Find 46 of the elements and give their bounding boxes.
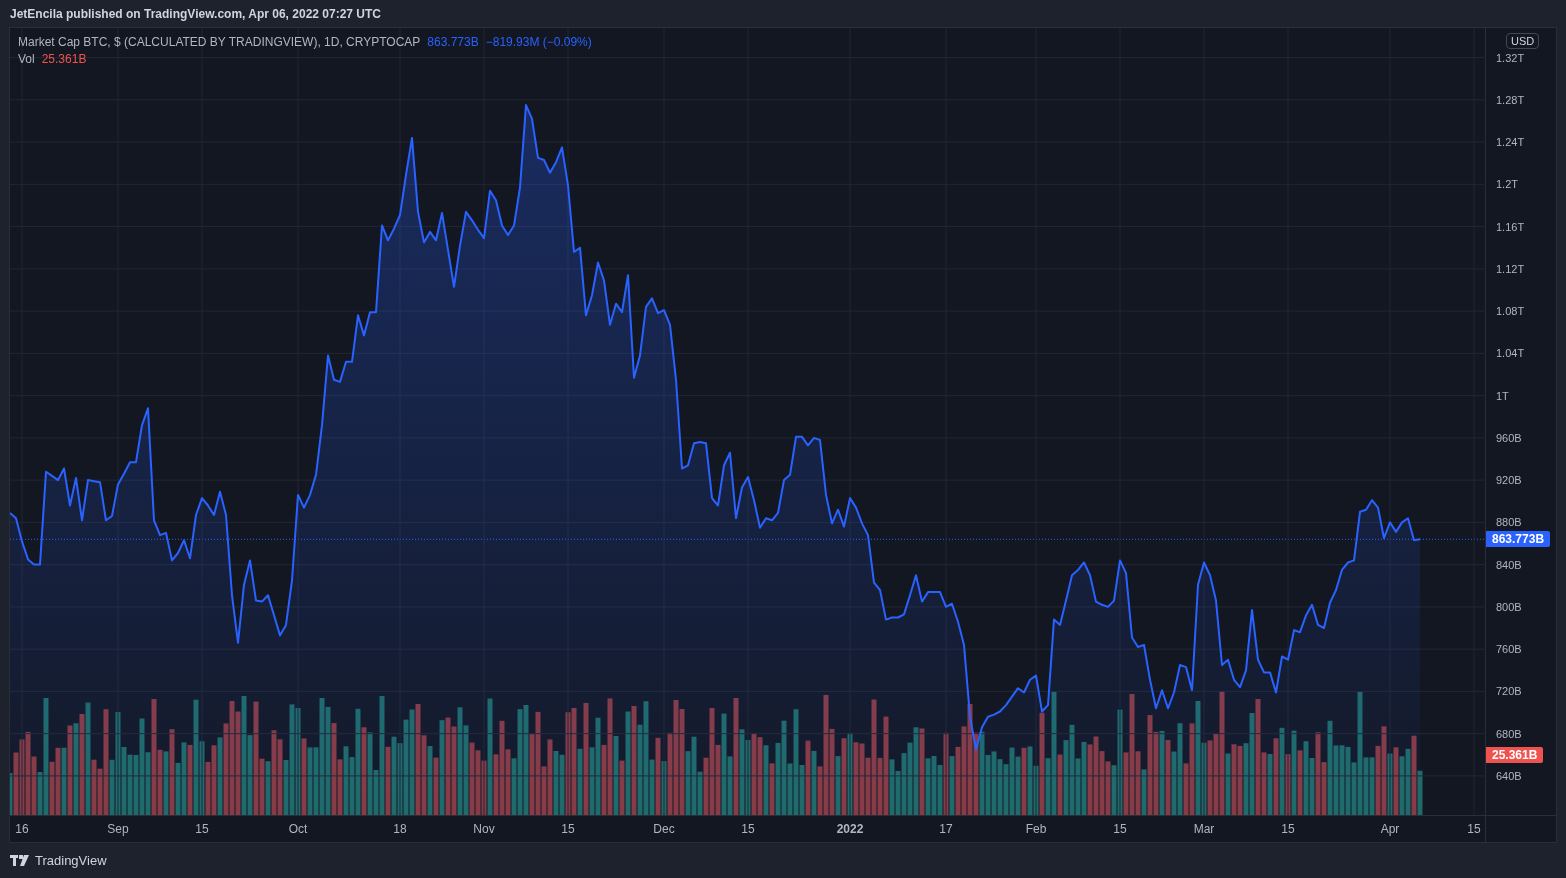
brand-name: TradingView [35, 853, 107, 868]
price-axis-label: 1.04T [1496, 347, 1525, 360]
time-axis-label: 15 [195, 822, 209, 836]
price-axis-label: 840B [1496, 558, 1522, 571]
change-value: −819.93M (−0.09%) [485, 35, 592, 49]
time-axis-label: 16 [15, 822, 29, 836]
price-axis-label: 960B [1496, 431, 1522, 444]
price-axis-label: 1.2T [1496, 178, 1518, 191]
time-axis-label: Apr [1380, 822, 1400, 836]
time-axis-label: 17 [939, 822, 953, 836]
price-axis-label: 1.08T [1496, 305, 1525, 318]
time-axis-label: Nov [473, 822, 495, 836]
logo-icon [10, 855, 30, 866]
time-axis-label: Mar [1193, 822, 1215, 836]
time-axis-label: Dec [653, 822, 675, 836]
volume-tag: 25.361B [1486, 747, 1544, 763]
last-price-tag: 863.773B [1486, 531, 1551, 548]
publisher-text: JetEncila published on TradingView.com, Apr 06, 2022 07:27 UTC [10, 6, 381, 21]
currency-button[interactable]: USD [1506, 33, 1540, 49]
price-axis-label: 1.24T [1496, 136, 1525, 149]
time-axis-label: Oct [288, 822, 308, 836]
price-axis-label: 1.16T [1496, 220, 1525, 233]
time-axis-label: 15 [561, 822, 575, 836]
time-axis-label: 15 [1113, 822, 1127, 836]
price-axis-label: 1.32T [1496, 51, 1525, 64]
price-axis-label: 800B [1496, 600, 1522, 613]
price-axis-label: 680B [1496, 727, 1522, 740]
price-axis-label: 1T [1496, 389, 1509, 402]
symbol-title: Market Cap BTC, $ (CALCULATED BY TRADINGVIEW), 1D, CRYPTOCAP [18, 35, 421, 49]
time-axis-label: 15 [1281, 822, 1295, 836]
price-axis-label: 640B [1496, 769, 1522, 782]
price-axis-label: 920B [1496, 474, 1522, 487]
price-axis-label: 1.12T [1496, 262, 1525, 275]
price-axis-label: 760B [1496, 643, 1522, 656]
price-axis-label: 720B [1496, 685, 1522, 698]
volume-value: 25.361B [41, 52, 87, 66]
price-axis-label: 1.28T [1496, 93, 1525, 106]
last-value: 863.773B [427, 35, 479, 49]
time-axis-label: 2022 [836, 822, 864, 836]
time-axis-label: 15 [741, 822, 755, 836]
volume-label: Vol [18, 52, 35, 66]
time-axis-label: 18 [393, 822, 407, 836]
time-axis-label: 15 [1467, 822, 1481, 836]
time-axis-label: Sep [107, 822, 129, 836]
time-axis-label: Feb [1025, 822, 1047, 836]
price-axis-label: 880B [1496, 516, 1522, 529]
